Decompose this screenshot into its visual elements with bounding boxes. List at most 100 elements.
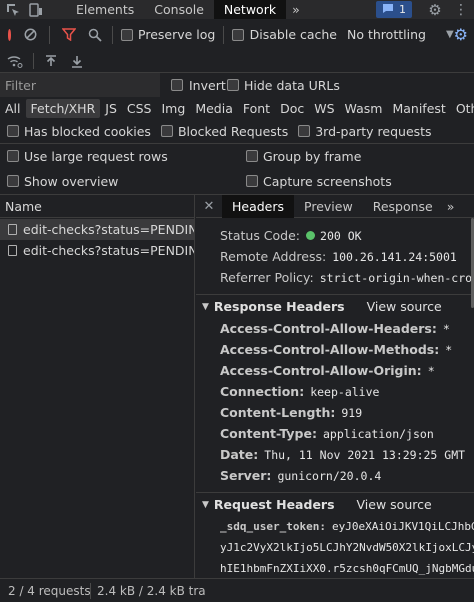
response-headers-section[interactable]: ▼ Response Headers View source [196,294,474,318]
status-bar: 2 / 4 requests 2.4 kB / 2.4 kB tra [0,578,474,602]
tab-console[interactable]: Console [144,0,214,19]
export-har-icon[interactable] [71,55,83,68]
message-icon [382,3,394,17]
invert-label: Invert [189,77,226,93]
disable-cache-checkbox[interactable] [231,28,244,41]
view-source-link[interactable]: View source [357,497,432,512]
settings-gear-icon[interactable]: ⚙ [422,1,448,19]
blocked-requests-checkbox[interactable] [160,125,173,137]
request-header-token: _sdq_user_token: eyJ0eXAiOiJKV1QiLCJhbGc… [220,520,474,533]
type-fetch-xhr[interactable]: Fetch/XHR [25,98,101,118]
tab-network[interactable]: Network [213,0,287,19]
response-header: Content-Type: application/json [220,426,434,441]
network-conditions-wifi-icon[interactable] [7,55,23,68]
chevron-down-icon[interactable]: ▼ [446,29,454,40]
device-toolbar-icon[interactable] [26,0,46,19]
token-line: yJ1c2VyX2lkIjo5LCJhY2NvdW50X2lkIjoxLCJyb [220,541,474,554]
status-ok-dot-icon [306,231,316,240]
capture-screenshots-label: Capture screenshots [263,173,392,189]
triangle-down-icon: ▼ [202,499,209,510]
general-status-code: Status Code: 200 OK [220,228,362,243]
clear-icon[interactable] [24,28,37,41]
capture-screenshots-checkbox[interactable] [246,175,258,187]
more-options-icon[interactable]: ⋮ [448,2,474,18]
show-overview-checkbox[interactable] [7,175,19,187]
divider [0,143,474,144]
request-count: 2 / 4 requests [8,583,91,598]
large-rows-label: Use large request rows [24,148,168,164]
show-overview-label: Show overview [24,173,119,189]
preserve-log-checkbox[interactable] [121,28,134,41]
tab-response[interactable]: Response [363,195,443,218]
network-toolbar-secondary [0,50,474,72]
more-detail-tabs-button[interactable]: » [443,195,459,218]
filter-input[interactable] [0,73,160,97]
messages-count: 1 [399,3,406,16]
group-by-frame-label: Group by frame [263,148,362,164]
devtools-tabbar: Elements Console Network » 1 ⚙ ⋮ [0,0,474,19]
preserve-log-label: Preserve log [138,27,216,42]
type-all[interactable]: All [0,99,26,118]
settings-row-1: Use large request rows Group by frame [0,145,474,167]
details-tabs: ✕ Headers Preview Response » [196,195,474,218]
third-party-checkbox[interactable] [298,125,311,137]
messages-badge[interactable]: 1 [376,1,412,18]
search-icon[interactable] [88,28,102,42]
large-rows-checkbox[interactable] [7,150,19,162]
more-tabs-button[interactable]: » [286,0,306,19]
type-other[interactable]: Other [451,99,474,118]
tab-preview[interactable]: Preview [294,195,363,218]
request-name: edit-checks?status=PENDIN... [23,222,194,237]
third-party-label: 3rd-party requests [315,123,432,139]
response-header: Connection: keep-alive [220,384,380,399]
blocked-requests-label: Blocked Requests [177,123,289,139]
transferred-size: 2.4 kB / 2.4 kB tra [97,583,206,598]
filter-icon[interactable] [61,28,76,41]
type-manifest[interactable]: Manifest [387,99,450,118]
group-by-frame-checkbox[interactable] [246,150,258,162]
record-icon[interactable] [8,28,12,41]
close-icon[interactable]: ✕ [196,199,222,214]
type-ws[interactable]: WS [309,99,339,118]
hide-data-urls-checkbox[interactable] [227,79,239,91]
document-icon [8,245,17,256]
response-header: Access-Control-Allow-Origin: * [220,363,435,378]
tab-headers[interactable]: Headers [222,195,295,218]
type-css[interactable]: CSS [122,99,157,118]
request-row[interactable]: edit-checks?status=PENDIN... [0,240,194,261]
response-header: Access-Control-Allow-Headers: * [220,321,450,336]
tab-elements[interactable]: Elements [66,0,144,19]
request-row[interactable]: edit-checks?status=PENDIN... [0,219,194,240]
type-media[interactable]: Media [190,99,238,118]
settings-row-2: Show overview Capture screenshots [0,170,474,192]
request-headers-section[interactable]: ▼ Request Headers View source [196,492,474,516]
network-settings-gear-icon[interactable]: ⚙ [454,25,468,44]
network-toolbar: Preserve log Disable cache No throttling… [0,19,474,50]
blocked-filters: Has blocked cookies Blocked Requests 3rd… [0,120,474,142]
toolbar-divider [33,53,34,69]
invert-checkbox[interactable] [171,79,183,91]
token-line: hIE1hbmFnZXIiXX0.r5zcsh0qFCmUQ_jNgbMGduw [220,562,474,575]
view-source-link[interactable]: View source [367,299,442,314]
disable-cache-label: Disable cache [249,27,338,42]
document-icon [8,224,17,235]
general-remote-address: Remote Address: 100.26.141.24:5001 [220,249,457,264]
triangle-down-icon: ▼ [202,301,209,312]
request-name: edit-checks?status=PENDIN... [23,243,194,258]
has-blocked-cookies-checkbox[interactable] [7,125,19,137]
type-img[interactable]: Img [157,99,191,118]
response-header: Server: gunicorn/20.0.4 [220,468,382,483]
inspect-element-icon[interactable] [0,0,26,19]
name-column-header[interactable]: Name [0,195,194,218]
type-doc[interactable]: Doc [275,99,309,118]
general-referrer-policy: Referrer Policy: strict-origin-when-cros… [220,270,474,285]
response-header: Access-Control-Allow-Methods: * [220,342,453,357]
throttling-select[interactable]: No throttling [347,27,426,42]
filter-bar: Invert Hide data URLs [0,73,474,97]
type-wasm[interactable]: Wasm [340,99,388,118]
import-har-icon[interactable] [45,54,57,68]
type-js[interactable]: JS [100,99,122,118]
hide-data-urls-label: Hide data URLs [244,77,340,93]
request-list: Name edit-checks?status=PENDIN... edit-c… [0,195,195,602]
type-font[interactable]: Font [238,99,275,118]
